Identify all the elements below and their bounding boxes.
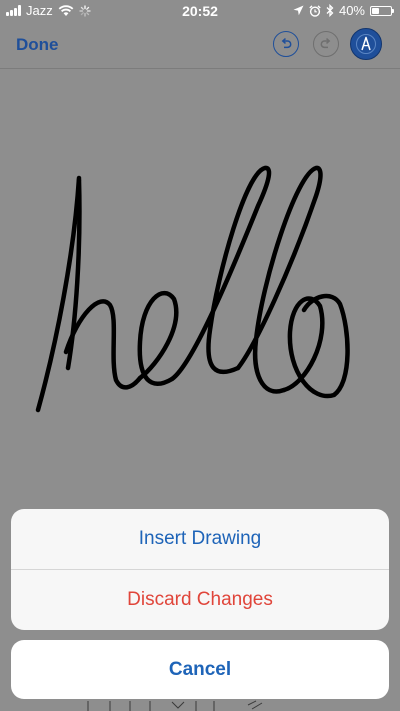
redo-button[interactable] bbox=[313, 31, 339, 57]
battery-icon bbox=[370, 5, 394, 16]
done-button[interactable]: Done bbox=[16, 35, 59, 55]
action-sheet: Insert Drawing Discard Changes bbox=[11, 509, 389, 630]
markup-button[interactable] bbox=[350, 28, 382, 60]
location-icon bbox=[293, 5, 304, 16]
screen: Jazz 20:52 40% Done Insert Drawing Disca… bbox=[0, 0, 400, 711]
undo-icon bbox=[281, 38, 292, 49]
insert-drawing-button[interactable]: Insert Drawing bbox=[11, 509, 389, 569]
drawing-toolbar: Done bbox=[0, 22, 400, 69]
undo-button[interactable] bbox=[273, 31, 299, 57]
bluetooth-icon bbox=[326, 4, 334, 17]
status-right: 40% bbox=[293, 3, 394, 18]
redo-icon bbox=[320, 38, 331, 49]
markup-pen-icon bbox=[356, 34, 376, 54]
battery-percent: 40% bbox=[338, 3, 365, 18]
discard-changes-button[interactable]: Discard Changes bbox=[11, 570, 389, 630]
status-bar: Jazz 20:52 40% bbox=[0, 0, 400, 22]
alarm-icon bbox=[309, 4, 321, 17]
battery-fill bbox=[372, 7, 380, 14]
background-content-peek bbox=[87, 700, 263, 711]
cancel-button[interactable]: Cancel bbox=[11, 640, 389, 699]
